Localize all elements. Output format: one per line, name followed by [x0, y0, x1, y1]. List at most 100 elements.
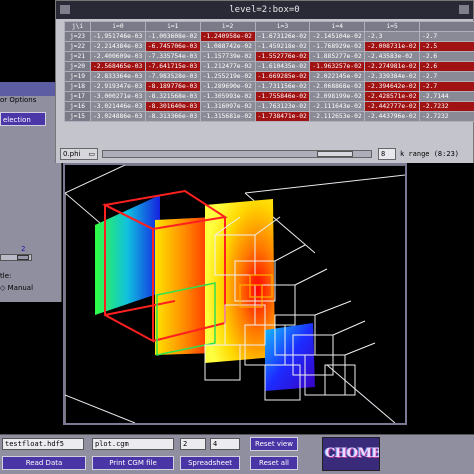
- table-cell[interactable]: -2.7144: [419, 91, 474, 102]
- table-cell[interactable]: -2.394642e-02: [364, 81, 421, 92]
- slider-thumb[interactable]: [17, 255, 29, 260]
- table-cell[interactable]: -1.240958e-02: [199, 31, 256, 42]
- cgm-file-field[interactable]: plot.cgm: [92, 438, 174, 450]
- selection-button[interactable]: election: [0, 112, 46, 126]
- style-label: tle:: [0, 272, 12, 280]
- table-cell[interactable]: -2.919347e-03: [90, 81, 146, 92]
- k-value-field[interactable]: 8: [378, 148, 396, 160]
- read-data-button[interactable]: Read Data: [2, 456, 86, 470]
- table-cell[interactable]: -2.3: [364, 31, 421, 42]
- column-header: i=2: [199, 21, 256, 32]
- table-cell[interactable]: -2.214384e-03: [90, 41, 146, 52]
- table-cell[interactable]: -2.443796e-02: [364, 111, 421, 122]
- table-cell[interactable]: -1.305993e-02: [199, 91, 256, 102]
- table-cell[interactable]: -8.301640e-03: [144, 101, 201, 112]
- table-cell[interactable]: -2.112653e-02: [309, 111, 366, 122]
- table-cell[interactable]: -7.641715e-03: [144, 61, 201, 72]
- level-slider[interactable]: [0, 254, 32, 261]
- window-menu-icon[interactable]: [60, 5, 70, 14]
- table-cell[interactable]: -8.313366e-03: [144, 111, 201, 122]
- param-b-field[interactable]: 4: [210, 438, 240, 450]
- table-cell[interactable]: -2.6: [419, 51, 474, 62]
- reset-all-button[interactable]: Reset all: [250, 456, 298, 470]
- table-cell[interactable]: -2.43583e-02: [364, 51, 421, 62]
- table-cell[interactable]: -8.189776e-03: [144, 81, 201, 92]
- left-panel-titlebar: [0, 82, 62, 96]
- table-cell[interactable]: -1.315681e-02: [199, 111, 256, 122]
- table-row: j=23 -1.951746e-03 -1.003608e-02 -1.240958e…: [64, 31, 474, 42]
- column-header: i=0: [90, 21, 146, 32]
- table-cell[interactable]: -1.951746e-03: [90, 31, 146, 42]
- variable-selector[interactable]: 0.phi ▭: [60, 148, 98, 160]
- file-name-field[interactable]: testfloat.hdf5: [2, 438, 84, 450]
- table-cell[interactable]: -2.400609e-03: [90, 51, 146, 62]
- column-header: i=5: [364, 21, 421, 32]
- table-cell[interactable]: -2.6: [419, 61, 474, 72]
- chombo-logo: CHOMBO: [322, 437, 380, 471]
- table-cell[interactable]: -1.669285e-02: [254, 71, 311, 82]
- horizontal-scrollbar[interactable]: [102, 150, 372, 158]
- table-cell[interactable]: -2.022145e-02: [309, 71, 366, 82]
- table-row: j=19 -2.833364e-03 -7.983528e-03 -1.255219e…: [64, 71, 474, 82]
- table-cell[interactable]: -8.321568e-03: [144, 91, 201, 102]
- param-a-field[interactable]: 2: [180, 438, 206, 450]
- row-header: j=21: [64, 51, 91, 62]
- spreadsheet-footer: 0.phi ▭ 8 k range (8:23): [56, 145, 473, 163]
- 3d-viewport[interactable]: [63, 163, 407, 425]
- table-cell[interactable]: -2.111643e-02: [309, 101, 366, 112]
- table-cell[interactable]: -1.088742e-02: [199, 41, 256, 52]
- table-cell[interactable]: -1.316097e-02: [199, 101, 256, 112]
- table-cell[interactable]: -2.428571e-02: [364, 91, 421, 102]
- table-cell[interactable]: -3.000271e-03: [90, 91, 146, 102]
- table-cell[interactable]: -2.7: [419, 71, 474, 82]
- table-cell[interactable]: -1.731156e-02: [254, 81, 311, 92]
- table-cell[interactable]: -2.833364e-03: [90, 71, 146, 82]
- table-cell[interactable]: -2.5: [419, 41, 474, 52]
- spreadsheet-button[interactable]: Spreadsheet: [180, 456, 240, 470]
- reset-view-button[interactable]: Reset view: [250, 437, 298, 451]
- window-maximize-icon[interactable]: [459, 5, 469, 14]
- table-cell[interactable]: -1.610435e-02: [254, 61, 311, 72]
- table-cell[interactable]: -6.745706e-03: [144, 41, 201, 52]
- table-cell[interactable]: -1.768929e-02: [309, 41, 366, 52]
- table-cell[interactable]: -1.255219e-02: [199, 71, 256, 82]
- table-cell[interactable]: -7.335754e-03: [144, 51, 201, 62]
- scrollbar-thumb[interactable]: [317, 151, 353, 157]
- table-cell[interactable]: -1.673126e-02: [254, 31, 311, 42]
- table-row: j=16 -3.021446e-03 -8.301640e-03 -1.316097e…: [64, 101, 474, 112]
- table-cell[interactable]: -1.885277e-02: [309, 51, 366, 62]
- row-header: j=22: [64, 41, 91, 52]
- table-cell[interactable]: -1.003608e-02: [144, 31, 201, 42]
- table-cell[interactable]: -2.442777e-02: [364, 101, 421, 112]
- table-cell[interactable]: -2.274981e-02: [364, 61, 421, 72]
- table-cell[interactable]: -1.763123e-02: [254, 101, 311, 112]
- table-cell[interactable]: -1.157739e-02: [199, 51, 256, 62]
- table-cell[interactable]: -1.755846e-02: [254, 91, 311, 102]
- table-cell[interactable]: -3.021446e-03: [90, 101, 146, 112]
- chevron-down-icon: ▭: [88, 150, 95, 158]
- table-cell[interactable]: -2.145104e-02: [309, 31, 366, 42]
- grid-header-row: j\i i=0 i=1 i=2 i=3 i=4 i=5: [64, 21, 474, 32]
- table-cell[interactable]: -2.339384e-02: [364, 71, 421, 82]
- table-cell[interactable]: -1.212477e-02: [199, 61, 256, 72]
- table-cell[interactable]: -2.7232: [419, 111, 474, 122]
- print-cgm-button[interactable]: Print CGM file: [92, 456, 174, 470]
- table-cell[interactable]: -1.738471e-02: [254, 111, 311, 122]
- table-cell[interactable]: -2.008731e-02: [364, 41, 421, 52]
- table-cell[interactable]: -7.983528e-03: [144, 71, 201, 82]
- table-cell[interactable]: -2.7232: [419, 101, 474, 112]
- table-row: j=15 -3.024886e-03 -8.313366e-03 -1.315681e…: [64, 111, 474, 122]
- manual-radio[interactable]: ◇ Manual: [0, 284, 33, 292]
- table-cell[interactable]: -2.068868e-02: [309, 81, 366, 92]
- table-cell[interactable]: -1.963257e-02: [309, 61, 366, 72]
- table-cell[interactable]: -1.289690e-02: [199, 81, 256, 92]
- left-control-panel: or Options election 2 tle: ◇ Manual: [0, 82, 62, 302]
- table-cell[interactable]: -3.024886e-03: [90, 111, 146, 122]
- table-cell[interactable]: -2.098199e-02: [309, 91, 366, 102]
- table-cell[interactable]: -2.7: [419, 31, 474, 42]
- table-cell[interactable]: -1.552776e-02: [254, 51, 311, 62]
- table-cell[interactable]: -2.568465e-03: [90, 61, 146, 72]
- options-label: or Options: [0, 96, 37, 104]
- table-cell[interactable]: -2.7: [419, 81, 474, 92]
- table-cell[interactable]: -1.459218e-02: [254, 41, 311, 52]
